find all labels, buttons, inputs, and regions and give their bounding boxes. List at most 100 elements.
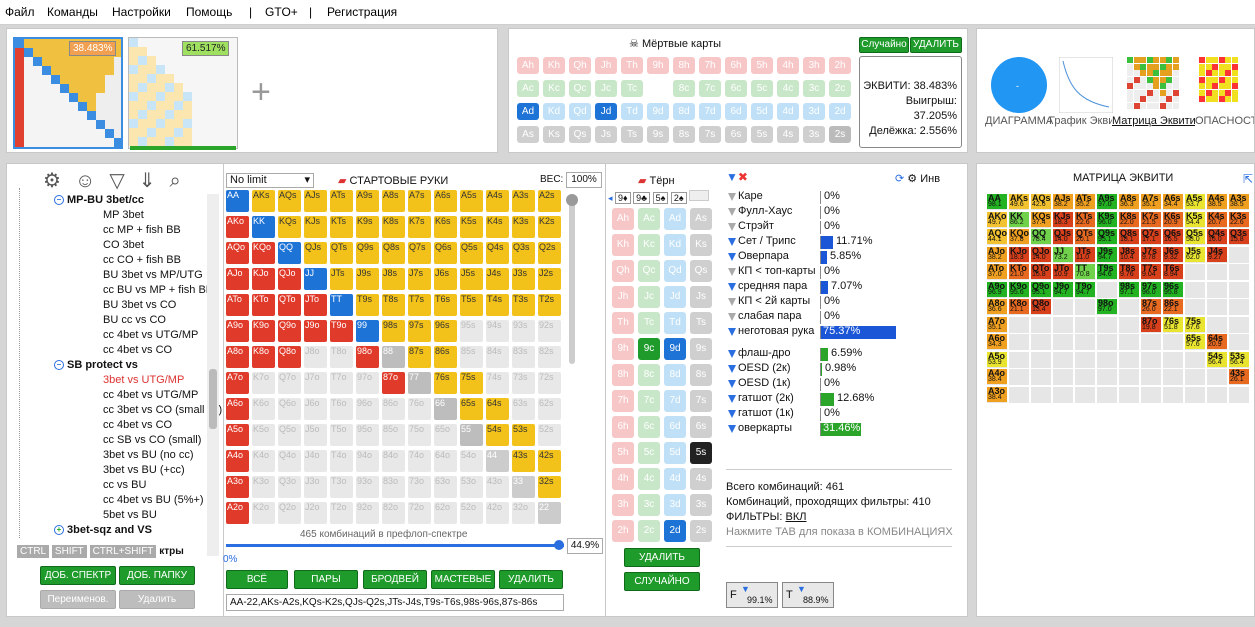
hand-cell[interactable]: Q4s	[486, 242, 509, 264]
hand-cell[interactable]: 97s	[408, 320, 431, 342]
close-icon[interactable]: ✖	[738, 170, 748, 184]
hand-cell[interactable]: 99	[356, 320, 379, 342]
hand-cell[interactable]: Q6s	[434, 242, 457, 264]
hand-cell[interactable]: 75o	[408, 424, 431, 446]
hand-cell[interactable]: 63s	[512, 398, 535, 420]
matrix-cell[interactable]: K7s 21.5	[1141, 211, 1161, 227]
view-label-danger[interactable]: ОПАСНОСТЬ	[1195, 115, 1254, 127]
dead-card[interactable]: 7h	[699, 57, 721, 74]
tree-item[interactable]: cc BU vs MP + fish BB	[103, 284, 213, 296]
matrix-cell[interactable]: KK 86.2	[1009, 211, 1029, 227]
hand-cell[interactable]: KJs	[304, 216, 327, 238]
tree-delete-button[interactable]: Удалить	[119, 590, 195, 609]
matrix-cell[interactable]: K9o 95.6	[1009, 281, 1029, 297]
turn-card[interactable]: 3s	[690, 494, 712, 516]
dead-card[interactable]: 2h	[829, 57, 851, 74]
filter-funnel-icon[interactable]	[728, 223, 736, 232]
matrix-cell[interactable]: A4o 38.4	[987, 369, 1007, 384]
hand-cell[interactable]: A2s	[538, 190, 561, 212]
hand-cell[interactable]: T3o	[330, 476, 353, 498]
matrix-cell[interactable]: A6o 34.3	[987, 334, 1007, 349]
matrix-cell[interactable]: A6s 34.4	[1163, 194, 1183, 209]
hand-cell[interactable]: Q9s	[356, 242, 379, 264]
dead-card[interactable]: 5h	[751, 57, 773, 74]
hand-cell[interactable]: A8s	[382, 190, 405, 212]
hand-cell[interactable]: 54s	[486, 424, 509, 446]
refresh-icon[interactable]: ⟳	[895, 173, 904, 185]
tree-item[interactable]: cc 4bet vs CO	[103, 344, 172, 356]
hand-cell[interactable]: 44	[486, 450, 509, 472]
hand-cell[interactable]: 97o	[356, 372, 379, 394]
turn-card[interactable]: 8s	[690, 364, 712, 386]
hand-cell[interactable]: 42s	[538, 450, 561, 472]
hand-cell[interactable]: Q3s	[512, 242, 535, 264]
filter-icon[interactable]: ▽	[109, 170, 138, 192]
hand-cell[interactable]: J9o	[304, 320, 327, 342]
hand-cell[interactable]: A9s	[356, 190, 379, 212]
menu-item[interactable]: Настройки	[112, 5, 171, 19]
matrix-cell[interactable]: K9s 96.0	[1097, 211, 1117, 227]
dead-card[interactable]: Ts	[621, 126, 643, 143]
hand-cell[interactable]: AQo	[226, 242, 249, 264]
turn-card[interactable]: 6s	[690, 416, 712, 438]
matrix-cell[interactable]: QTo 16.8	[1031, 264, 1051, 279]
matrix-cell[interactable]: K5s 54.4	[1185, 211, 1205, 227]
turn-card[interactable]: 8d	[664, 364, 686, 386]
hand-cell[interactable]: TT	[330, 294, 353, 316]
turn-card[interactable]: Jh	[612, 286, 634, 308]
matrix-cell[interactable]: AQo 44.1	[987, 229, 1007, 244]
hand-cell[interactable]: 53s	[512, 424, 535, 446]
matrix-cell[interactable]: Q8o 13.4	[1031, 299, 1051, 314]
hand-cell[interactable]: J6o	[304, 398, 327, 420]
hand-cell[interactable]: J3o	[304, 476, 327, 498]
matrix-cell[interactable]: T9o 94.7	[1075, 281, 1095, 297]
hand-cell[interactable]: 98s	[382, 320, 405, 342]
turn-card[interactable]: 6c	[638, 416, 660, 438]
hand-cell[interactable]: K9o	[252, 320, 275, 342]
dead-card[interactable]: Jd	[595, 103, 617, 120]
hand-cell[interactable]: 94s	[486, 320, 509, 342]
hand-cell[interactable]: QQ	[278, 242, 301, 264]
matrix-cell[interactable]: AKs 49.6	[1009, 194, 1029, 209]
matrix-cell[interactable]: JTs 11.0	[1075, 246, 1095, 262]
equity-graph-icon[interactable]	[1059, 57, 1113, 113]
hand-cell[interactable]: QJo	[278, 268, 301, 290]
hand-cell[interactable]: AKo	[226, 216, 249, 238]
tree-item[interactable]: 3bet-sqz and VS +	[54, 524, 152, 536]
filter-funnel-icon[interactable]	[728, 193, 736, 202]
tree-item[interactable]: BU 3bet vs MP/UTG	[103, 269, 203, 281]
dead-card[interactable]: 3s	[803, 126, 825, 143]
hand-cell[interactable]: A2o	[226, 502, 249, 524]
dead-card[interactable]: Kh	[543, 57, 565, 74]
hand-cell[interactable]: QTs	[330, 242, 353, 264]
hand-cell[interactable]: JTs	[330, 268, 353, 290]
hand-cell[interactable]: KJo	[252, 268, 275, 290]
hand-cell[interactable]: 62s	[538, 398, 561, 420]
turn-random-button[interactable]: СЛУЧАЙНО	[624, 572, 700, 591]
matrix-cell[interactable]: J9o 94.7	[1053, 281, 1073, 297]
turn-card[interactable]: Ad	[664, 208, 686, 230]
add-spectrum-button[interactable]: ДОБ. СПЕКТР	[40, 566, 116, 585]
turn-card[interactable]: Kh	[612, 234, 634, 256]
tree-item[interactable]: 3bet vs BU (no cc)	[103, 449, 193, 461]
hand-cell[interactable]: 93o	[356, 476, 379, 498]
hand-cell[interactable]: 82o	[382, 502, 405, 524]
matrix-cell[interactable]: J8s 10.4	[1119, 246, 1139, 262]
dead-card[interactable]: 9h	[647, 57, 669, 74]
hand-cell[interactable]: 22	[538, 502, 561, 524]
hand-cell[interactable]: KK	[252, 216, 275, 238]
turn-delete-button[interactable]: УДАЛИТЬ	[624, 548, 700, 567]
hand-cell[interactable]: ATs	[330, 190, 353, 212]
matrix-cell[interactable]: Q7s 17.1	[1141, 229, 1161, 244]
add-range-plus-icon[interactable]: +	[251, 75, 271, 109]
hand-cell[interactable]: A5s	[460, 190, 483, 212]
dead-card[interactable]: 9s	[647, 126, 669, 143]
hand-cell[interactable]: K7o	[252, 372, 275, 394]
hand-cell[interactable]: 65o	[434, 424, 457, 446]
dead-card[interactable]: 4c	[777, 80, 799, 97]
matrix-cell[interactable]: J5s 62.0	[1185, 246, 1205, 262]
turn-card[interactable]: 7c	[638, 390, 660, 412]
hand-cell[interactable]: A4s	[486, 190, 509, 212]
hand-cell[interactable]: AQs	[278, 190, 301, 212]
tree-item[interactable]: 3bet vs UTG/MP	[103, 374, 184, 386]
